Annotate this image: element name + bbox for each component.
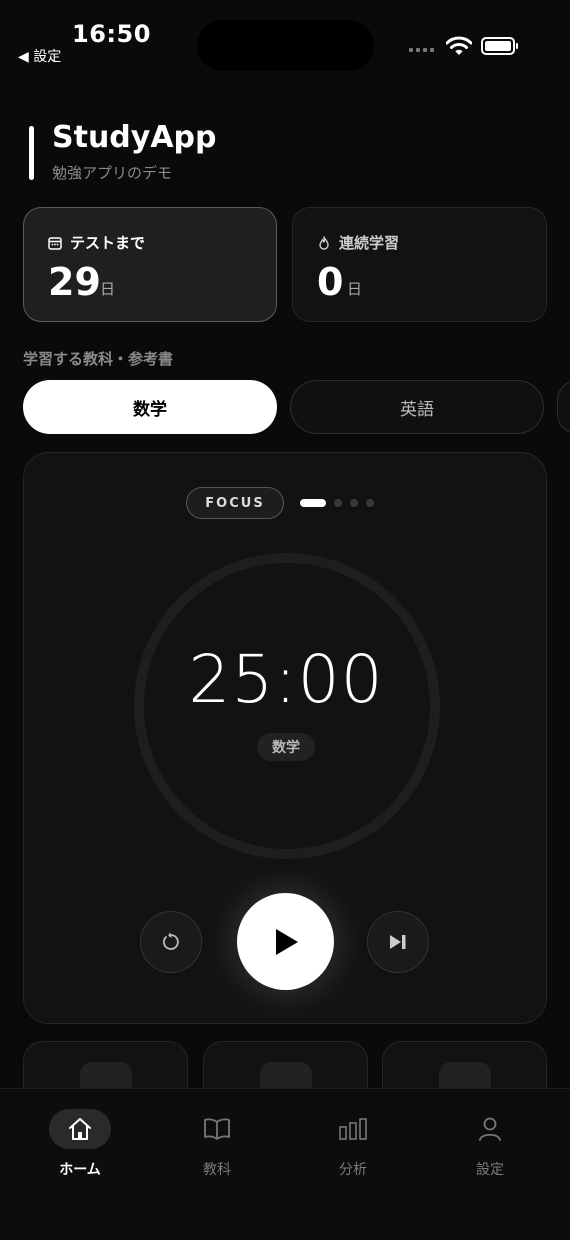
bottom-tab-bar: ホーム 教科 分析 設定 xyxy=(0,1088,570,1240)
subject-pill-math[interactable]: 数学 xyxy=(23,380,277,434)
study-streak-card[interactable]: 連続学習 0 日 xyxy=(292,207,547,322)
subject-pill-more[interactable] xyxy=(557,380,570,434)
study-streak-label: 連続学習 xyxy=(339,234,400,252)
tab-analytics-label: 分析 xyxy=(339,1162,367,1178)
study-streak-unit: 日 xyxy=(347,280,363,298)
tab-subjects[interactable]: 教科 xyxy=(167,1109,267,1179)
days-until-test-unit: 日 xyxy=(100,280,116,298)
page-dot xyxy=(350,499,358,507)
timer-countdown: 25:00 xyxy=(188,641,384,718)
subject-pill-english[interactable]: 英語 xyxy=(290,380,544,434)
flame-icon xyxy=(319,235,329,250)
tab-subjects-label: 教科 xyxy=(203,1162,231,1178)
reset-button[interactable] xyxy=(140,911,202,973)
bar-chart-icon xyxy=(339,1118,367,1140)
reset-icon xyxy=(163,932,179,950)
battery-icon xyxy=(481,37,518,55)
subjects-section-label: 学習する教科・参考書 xyxy=(23,350,174,368)
home-icon xyxy=(69,1118,91,1140)
play-button[interactable] xyxy=(237,893,334,990)
wifi-icon xyxy=(446,36,472,55)
app-subtitle: 勉強アプリのデモ xyxy=(52,164,173,182)
skip-forward-icon xyxy=(390,935,406,949)
page-dot xyxy=(334,499,342,507)
days-until-test-value: 29 xyxy=(48,260,101,304)
tab-home[interactable]: ホーム xyxy=(30,1109,130,1179)
app-title: StudyApp xyxy=(52,120,217,155)
person-icon xyxy=(479,1117,501,1141)
page-dot xyxy=(300,499,326,507)
days-until-test-card[interactable]: テストまで 29 日 xyxy=(23,207,277,322)
tab-settings-label: 設定 xyxy=(476,1162,504,1178)
tab-home-label: ホーム xyxy=(59,1162,101,1178)
book-icon xyxy=(204,1118,230,1140)
status-time: 16:50 xyxy=(72,20,151,48)
pomodoro-timer-card: FOCUS 25:00 数学 xyxy=(23,452,547,1024)
back-to-settings-link[interactable]: ◀ 設定 xyxy=(18,46,61,66)
skip-button[interactable] xyxy=(367,911,429,973)
timer-subject-chip: 数学 xyxy=(257,733,315,761)
days-until-test-label: テストまで xyxy=(70,234,146,252)
play-icon xyxy=(275,928,298,955)
header-accent-bar xyxy=(29,126,34,180)
timer-page-indicator[interactable] xyxy=(300,499,374,507)
dynamic-island xyxy=(197,20,374,71)
tab-analytics[interactable]: 分析 xyxy=(303,1109,403,1179)
status-bar: 16:50 ◀ 設定 xyxy=(0,0,570,80)
tab-settings[interactable]: 設定 xyxy=(440,1109,540,1179)
timer-mode-chip[interactable]: FOCUS xyxy=(186,487,284,519)
study-streak-value: 0 xyxy=(317,260,344,304)
cellular-signal-icon xyxy=(409,48,434,52)
calendar-icon xyxy=(48,236,62,250)
page-dot xyxy=(366,499,374,507)
